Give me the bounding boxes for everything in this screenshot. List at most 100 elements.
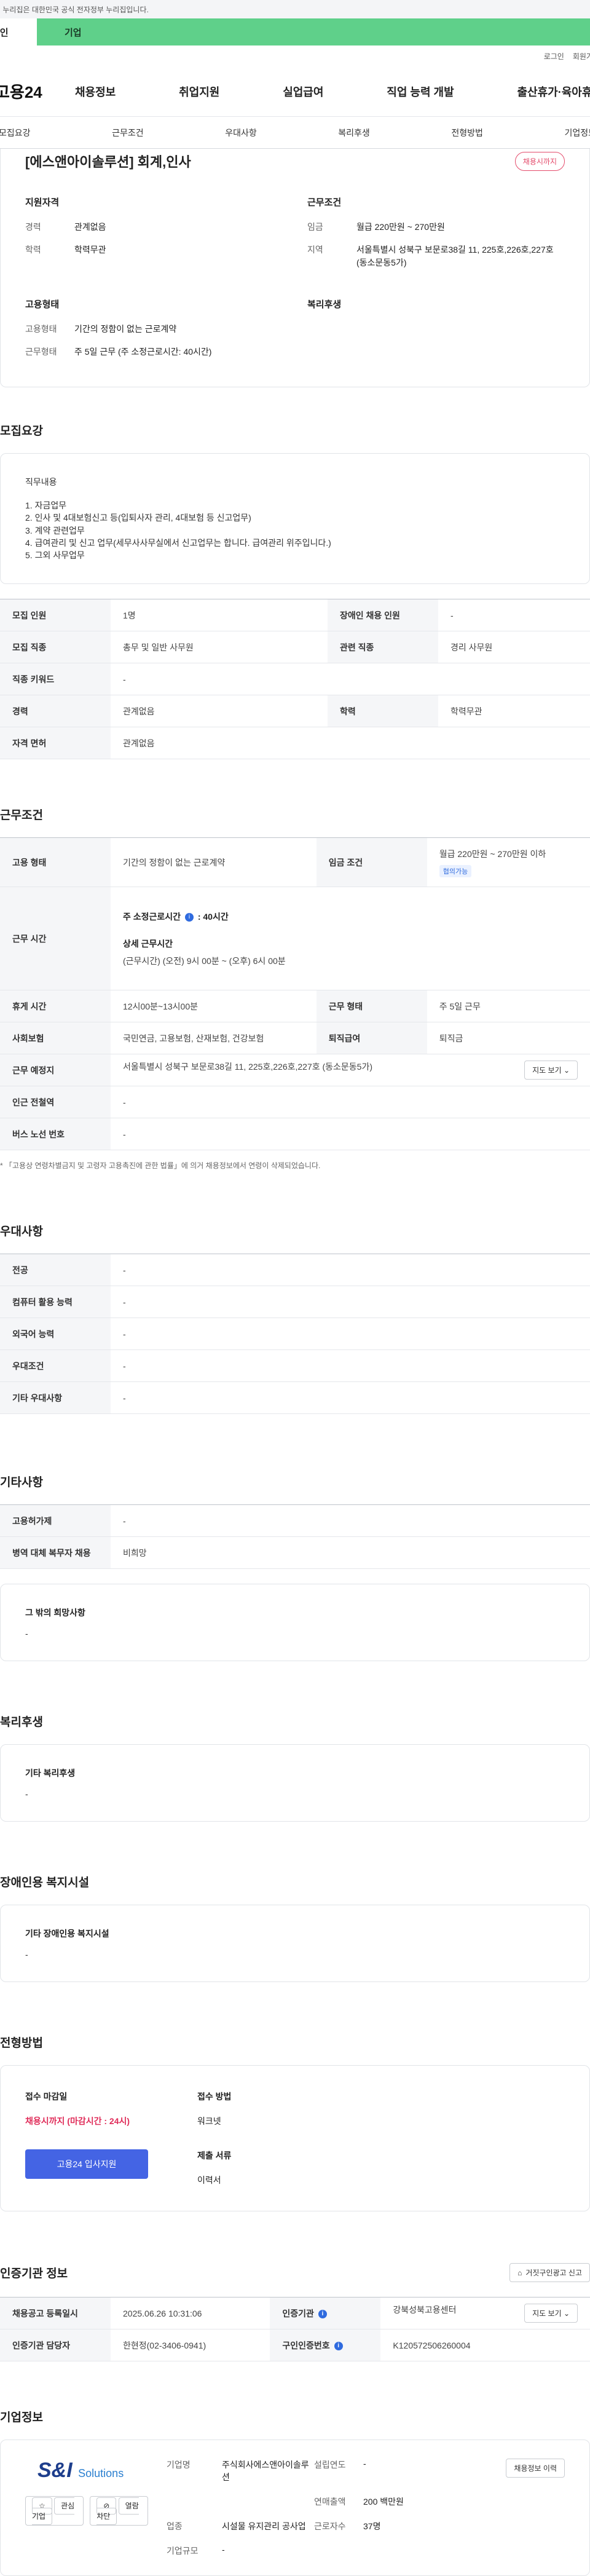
user-type-personal-label: 개인 [0,26,9,39]
tab-company[interactable]: 기업정보 [564,127,590,139]
deadline-value: 채용시까지 (마감시간 : 24시) [25,2115,148,2127]
reg-label: 채용공고 등록일시 [0,2297,111,2329]
interest-button[interactable]: ☆ 관심기업 [25,2496,84,2526]
tab-recruit[interactable]: 모집요강 [0,127,31,139]
major-label: 전공 [0,1254,111,1286]
gnb-item-leave[interactable]: 출산휴가·육아휴직 [517,84,590,100]
map-button[interactable]: 지도 보기 ⌄ [524,1061,578,1080]
section-tabs: 모집요강 근무조건 우대사항 복리후생 전형방법 기업정보 [0,117,590,149]
table-row: 버스 노선 번호 - [0,1118,590,1150]
utility-nav: 로그인 회원가입 [0,45,590,66]
login-link[interactable]: 로그인 [544,51,564,61]
place-value: 서울특별시 성북구 보문로38길 11, 225호,226호,227호 (동소문… [123,1062,372,1072]
tab-apply[interactable]: 전형방법 [451,127,483,139]
bus-value: - [111,1118,590,1150]
hours-cell: 주 소정근로시간 i : 40시간 상세 근무시간 (근무시간) (오전) 9시… [111,887,590,990]
block-button[interactable]: ⊘ 열람차단 [90,2496,148,2526]
gnb-item-benefit[interactable]: 실업급여 [283,84,323,100]
break-label: 휴게 시간 [0,990,111,1022]
user-type-bar: 개인 기업 [0,18,590,45]
history-col: 채용정보 이력 [506,2459,565,2557]
manager-label: 인증기관 담당자 [0,2329,111,2361]
info-icon[interactable]: i [318,2310,327,2318]
other-wish-title: 그 밖의 희망사항 [25,1606,565,1619]
co-name-label: 기업명 [167,2459,222,2483]
cond-heading: 근무조건 [307,196,565,208]
qual-block: 지원자격 경력관계없음 학력학력무관 [25,196,283,279]
wage-value: 월급 220만원 ~ 270만원 이하 [439,848,578,860]
info-icon[interactable]: i [334,2342,343,2350]
recruit-table: 모집 인원 1명 장애인 채용 인원 - 모집 직종 총무 및 일반 사무원 관… [0,599,590,759]
emp-type-value: 기간의 정함이 없는 근로계약 [74,323,176,336]
table-row: 채용공고 등록일시 2025.06.26 10:31:06 인증기관 i 강북성… [0,2297,590,2329]
user-type-personal[interactable]: 개인 [0,18,37,45]
welfare-block: 복리후생 [307,298,565,368]
auth-table: 채용공고 등록일시 2025.06.26 10:31:06 인증기관 i 강북성… [0,2297,590,2361]
edu-row: 학력학력무관 [25,243,283,256]
welfare-section-title: 복리후생 [0,1713,590,1729]
welfare-card: 기타 복리후생 - [0,1744,590,1822]
emp-form-label: 근무형태 [25,346,74,358]
insurance-label: 사회보험 [0,1022,111,1054]
etc-table: 고용허가제- 병역 대체 복무자 채용비희망 [0,1504,590,1569]
apply-section-title: 전형방법 [0,2034,590,2050]
wage-value: 월급 220만원 ~ 270만원 [356,221,445,234]
gnb-item-training[interactable]: 직업 능력 개발 [387,84,454,100]
gov-notice: 이 누리집은 대한민국 공식 전자정부 누리집입니다. [0,0,590,18]
co-emp-value: 37명 [363,2520,487,2532]
chevron-down-icon: ⌄ [564,2309,570,2318]
apply-button[interactable]: 고용24 입사지원 [25,2149,148,2179]
table-row: 근무 예정지 서울특별시 성북구 보문로38길 11, 225호,226호,22… [0,1054,590,1086]
hours-weekly: 주 소정근로시간 i : 40시간 [123,911,578,923]
job-value: 총무 및 일반 사무원 [111,631,328,663]
edu-value: 학력무관 [74,243,106,256]
duty-card: 직무내용 1. 자금업무 2. 인사 및 4대보험신고 등(입퇴사자 관리, 4… [0,453,590,584]
co-name-value: 주식회사에스앤아이솔루션 [222,2459,314,2483]
info-icon[interactable]: i [185,913,194,922]
gnb-item-jobs[interactable]: 채용정보 [75,84,116,100]
career-value: 관계없음 [111,695,328,727]
site-logo[interactable]: 고용24 [0,80,75,103]
major-value: - [111,1254,590,1286]
career-row: 경력관계없음 [25,221,283,234]
report-button[interactable]: ⌂거짓구인광고 신고 [509,2263,590,2282]
auth-header: 인증기관 정보 ⌂거짓구인광고 신고 [0,2263,590,2282]
emp-type-value: 기간의 정함이 없는 근로계약 [111,838,317,887]
gnb-item-support[interactable]: 취업지원 [179,84,219,100]
insurance-value: 국민연금, 고용보험, 산재보험, 건강보험 [111,1022,317,1054]
history-button[interactable]: 채용정보 이력 [506,2459,565,2478]
pref-cond-label: 우대조건 [0,1350,111,1382]
negotiable-badge: 협의가능 [439,865,471,877]
user-type-company[interactable]: 기업 [37,18,590,45]
pref-cond-value: - [111,1350,590,1382]
company-logo-sub: Solutions [78,2467,124,2479]
org-label: 인증기관 [282,2309,314,2318]
num-label: 구인인증번호 [282,2341,329,2350]
co-size-value: - [222,2545,314,2557]
table-row: 우대조건- [0,1350,590,1382]
other-wish-value: - [25,1629,565,1638]
job-summary-header: [에스앤아이솔루션] 회계,인사 채용시까지 [25,149,565,171]
co-ind-value: 시설물 유지관리 공사업 [222,2520,314,2532]
map-button[interactable]: 지도 보기 ⌄ [524,2304,578,2323]
join-link[interactable]: 회원가입 [573,51,590,61]
gnb-menu: 채용정보 취업지원 실업급여 직업 능력 개발 출산휴가·육아휴직 [75,84,590,100]
area-value: 서울특별시 성북구 보문로38길 11, 225호,226호,227호 (동소문… [356,243,565,269]
table-row: 근무 시간 주 소정근로시간 i : 40시간 상세 근무시간 (근무시간) (… [0,887,590,990]
tab-pref[interactable]: 우대사항 [225,127,257,139]
num-label-cell: 구인인증번호 i [270,2329,380,2361]
table-row: 외국어 능력- [0,1318,590,1350]
headcount-label: 모집 인원 [0,599,111,631]
apply-card: 접수 마감일 채용시까지 (마감시간 : 24시) 고용24 입사지원 접수 방… [0,2065,590,2211]
tab-welfare[interactable]: 복리후생 [338,127,370,139]
map-button-label: 지도 보기 [532,1066,562,1075]
welfare-box-title: 기타 복리후생 [25,1767,565,1779]
emp-type-label: 고용형태 [25,323,74,336]
place-cell: 서울특별시 성북구 보문로38길 11, 225호,226호,227호 (동소문… [111,1054,590,1086]
tab-work[interactable]: 근무조건 [112,127,144,139]
table-row: 전공- [0,1254,590,1286]
hours-label: 근무 시간 [0,887,111,990]
military-value: 비희망 [111,1537,590,1569]
work-section-title: 근무조건 [0,806,590,823]
duty-list: 1. 자금업무 2. 인사 및 4대보험신고 등(입퇴사자 관리, 4대보험 등… [25,499,565,561]
